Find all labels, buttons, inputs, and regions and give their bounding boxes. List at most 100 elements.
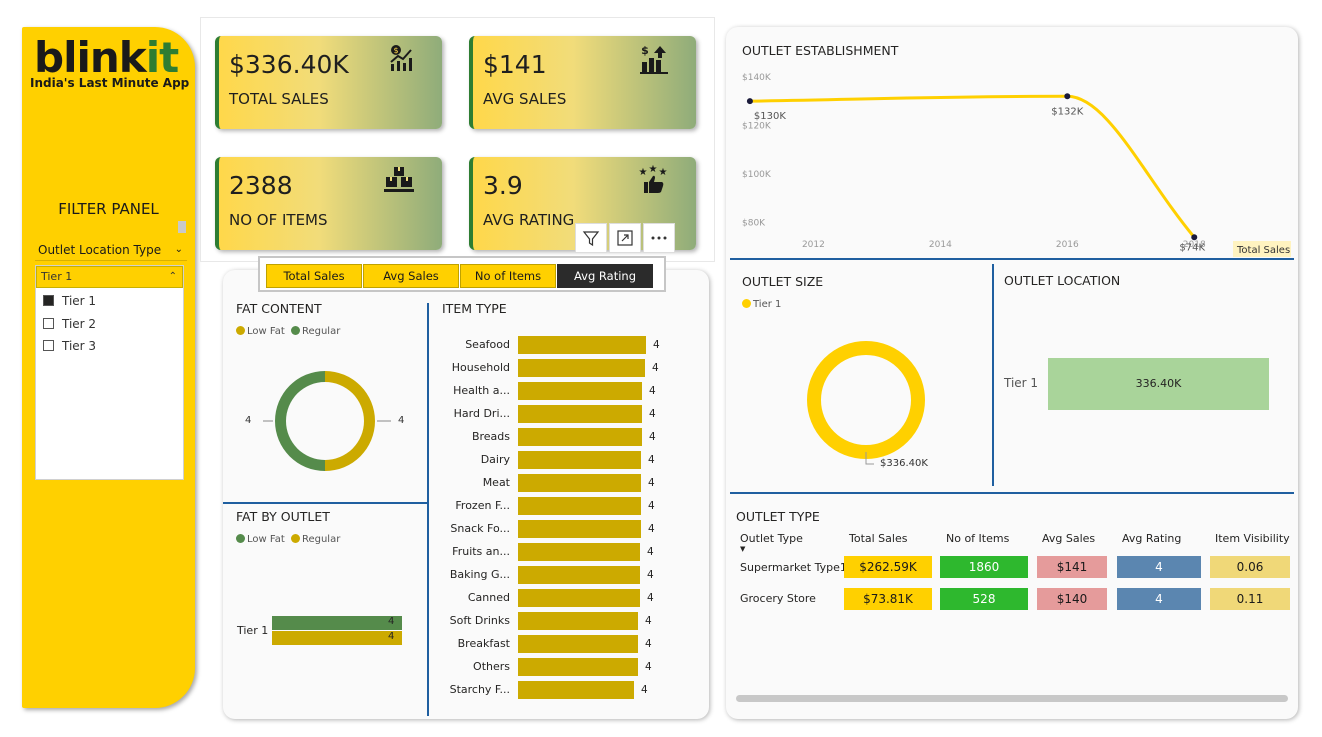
slicer-item-tier-1[interactable]: Tier 1: [43, 292, 96, 310]
data-point[interactable]: [1064, 93, 1071, 100]
table-header[interactable]: No of Items: [946, 532, 1009, 545]
fat-by-outlet-category: Tier 1: [237, 624, 269, 637]
item-type-bar[interactable]: [518, 589, 640, 607]
button-no-of-items[interactable]: No of Items: [460, 264, 556, 288]
item-type-bar[interactable]: [518, 405, 642, 423]
item-type-value: 4: [649, 408, 656, 420]
fat-content-title: FAT CONTENT: [236, 301, 322, 316]
x-tick-label: 2014: [929, 240, 952, 250]
legend-dot-low-fat: [236, 326, 245, 335]
y-tick-label: $80K: [742, 219, 766, 229]
legend-dot-tier-1: [742, 299, 751, 308]
item-type-bar[interactable]: [518, 336, 646, 354]
item-type-label: Hard Dri...: [453, 407, 510, 420]
x-tick-label: 2016: [1056, 240, 1079, 250]
item-type-label: Breads: [471, 430, 510, 443]
series-name-label: Total Sales: [1236, 245, 1290, 256]
outlet-size-donut[interactable]: [796, 332, 936, 472]
sales-chart-icon: $: [388, 44, 414, 76]
item-type-label: Dairy: [480, 453, 510, 466]
table-cell: $140: [1037, 588, 1107, 610]
middle-panel: FAT CONTENT Low Fat Regular 4 4 FAT BY O…: [223, 270, 709, 719]
outlet-location-category: Tier 1: [1004, 376, 1039, 390]
item-type-bar[interactable]: [518, 497, 641, 515]
item-type-bar[interactable]: [518, 451, 641, 469]
kpi-value: $141: [483, 50, 547, 79]
slicer-header[interactable]: Outlet Location Type ⌄: [35, 239, 187, 261]
horizontal-scrollbar[interactable]: [736, 695, 1288, 702]
table-header[interactable]: Item Visibility: [1215, 532, 1290, 545]
checkbox[interactable]: [43, 340, 54, 351]
filter-icon[interactable]: [575, 223, 607, 253]
item-type-label: Soft Drinks: [449, 614, 510, 627]
chevron-down-icon[interactable]: ⌄: [175, 239, 183, 261]
item-type-bar[interactable]: [518, 681, 634, 699]
series-line-total-sales[interactable]: [749, 94, 1196, 239]
scrollbar-thumb[interactable]: [178, 221, 186, 233]
item-type-label: Baking G...: [449, 568, 510, 581]
item-type-label: Meat: [482, 476, 510, 489]
right-panel: OUTLET ESTABLISHMENT $140K $120K $100K $80K…: [726, 27, 1298, 719]
item-type-title: ITEM TYPE: [442, 301, 507, 316]
item-type-bar[interactable]: [518, 520, 641, 538]
slicer-label: Outlet Location Type: [38, 243, 162, 257]
chevron-up-icon[interactable]: ⌃: [169, 267, 177, 287]
divider: [730, 258, 1294, 260]
item-type-label: Health a...: [453, 384, 510, 397]
legend-label: Regular: [301, 534, 341, 545]
table-header[interactable]: Avg Rating: [1122, 532, 1181, 545]
outlet-size-title: OUTLET SIZE: [742, 274, 824, 289]
table-header[interactable]: Avg Sales: [1042, 532, 1095, 545]
item-type-value: 4: [645, 615, 652, 627]
outlet-establishment-chart[interactable]: $140K$120K$100K$80K2012 2014 2016 2018$130K…: [726, 57, 1298, 257]
data-point[interactable]: [746, 98, 753, 105]
slicer-item-label: Tier 1: [62, 294, 97, 308]
item-type-bar[interactable]: [518, 658, 638, 676]
focus-mode-icon[interactable]: [609, 223, 641, 253]
item-type-bar[interactable]: [518, 382, 642, 400]
slicer-selected-value[interactable]: Tier 1 ⌃: [36, 266, 183, 288]
donut-slice-low-fat[interactable]: [325, 371, 375, 471]
data-point[interactable]: [1191, 234, 1198, 241]
item-type-bar[interactable]: [518, 612, 638, 630]
button-total-sales[interactable]: Total Sales: [266, 264, 362, 288]
y-tick-label: $100K: [742, 170, 772, 180]
kpi-value: 3.9: [483, 171, 523, 200]
x-tick-label: 2012: [802, 240, 825, 250]
table-cell: $141: [1037, 556, 1107, 578]
bar-regular[interactable]: [272, 631, 402, 645]
item-type-bar[interactable]: [518, 474, 641, 492]
item-type-value: 4: [649, 431, 656, 443]
item-type-bar[interactable]: [518, 566, 640, 584]
checkbox-checked[interactable]: [43, 295, 54, 306]
item-type-value: 4: [648, 454, 655, 466]
measure-selector: Total Sales Avg Sales No of Items Avg Ra…: [258, 256, 666, 292]
item-type-bar[interactable]: [518, 359, 645, 377]
checkbox[interactable]: [43, 318, 54, 329]
item-type-bar[interactable]: [518, 635, 638, 653]
button-avg-rating[interactable]: Avg Rating: [557, 264, 653, 288]
item-type-bar[interactable]: [518, 543, 640, 561]
slicer-item-tier-3[interactable]: Tier 3: [43, 337, 96, 355]
item-type-value: 4: [649, 385, 656, 397]
item-type-value: 4: [652, 362, 659, 374]
bar-low-fat[interactable]: [272, 616, 402, 630]
kpi-card-no-of-items: 2388 NO OF ITEMS: [215, 157, 442, 250]
dollar-bars-icon: $: [640, 44, 668, 78]
donut-slice-tier-1[interactable]: [807, 341, 925, 459]
outlet-size-value: $336.40K: [880, 458, 928, 469]
table-header[interactable]: Total Sales: [849, 532, 907, 545]
item-type-label: Starchy F...: [449, 683, 510, 696]
slicer-dropdown[interactable]: Tier 1 ⌃ Tier 1 Tier 2 Tier 3: [35, 265, 184, 480]
donut-slice-regular[interactable]: [275, 371, 325, 471]
item-type-bar[interactable]: [518, 428, 642, 446]
table-header[interactable]: Outlet Type: [740, 532, 803, 545]
table-cell: $73.81K: [844, 588, 932, 610]
sort-desc-icon[interactable]: ▼: [740, 545, 745, 553]
table-cell: 4: [1117, 588, 1201, 610]
button-avg-sales[interactable]: Avg Sales: [363, 264, 459, 288]
outlet-type-title: OUTLET TYPE: [736, 509, 820, 524]
more-options-icon[interactable]: [643, 223, 675, 253]
slicer-item-tier-2[interactable]: Tier 2: [43, 315, 96, 333]
table-cell-outlet-type: Supermarket Type1: [740, 561, 847, 574]
